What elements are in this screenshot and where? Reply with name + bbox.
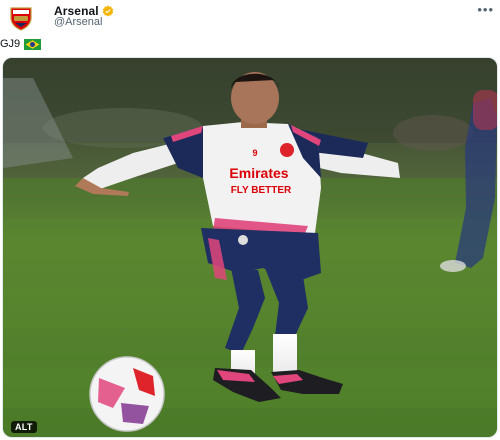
tweet-media-photo[interactable]: Emirates FLY BETTER 9 [2,57,498,438]
shirt-slogan-text: FLY BETTER [231,185,292,196]
verified-badge-icon [102,5,114,17]
tweet-text: GJ9 [0,38,42,50]
avatar[interactable] [6,3,36,33]
tweet-header: Arsenal @Arsenal ••• [0,0,500,36]
alt-text-button[interactable]: ALT [11,421,37,433]
tweet-text-content: GJ9 [0,38,21,50]
more-options-button[interactable]: ••• [477,2,494,17]
author-handle[interactable]: @Arsenal [54,16,102,28]
shirt-sponsor-text: Emirates [229,165,288,181]
shirt-number-text: 9 [252,148,257,158]
brazil-flag-icon [24,38,42,50]
arsenal-crest-icon [10,7,32,31]
training-photo: Emirates FLY BETTER 9 [3,58,497,437]
